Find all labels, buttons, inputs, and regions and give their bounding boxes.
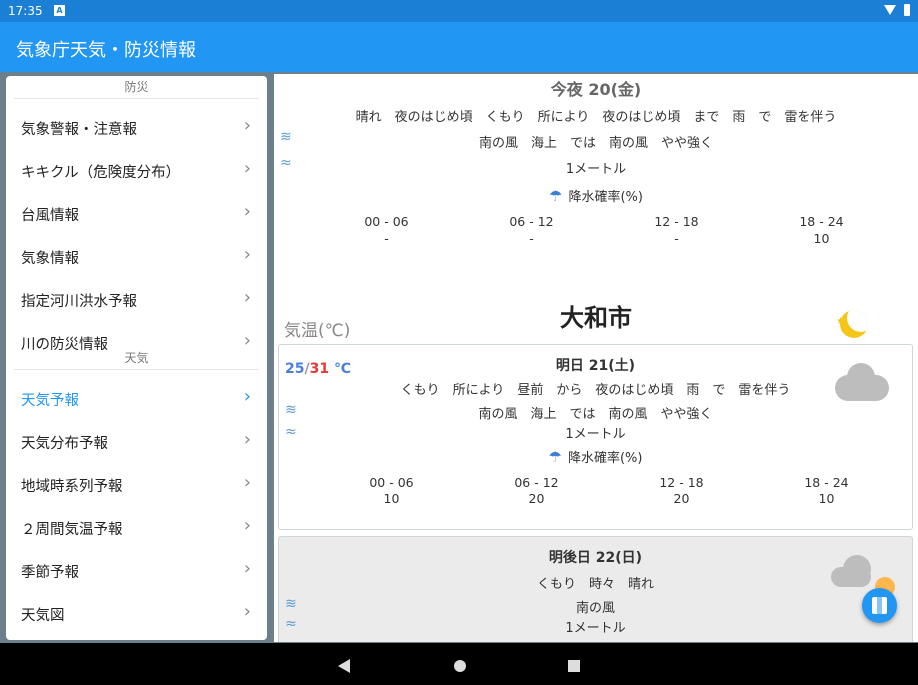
chevron-right-icon: › bbox=[243, 601, 251, 622]
status-time: 17:35 bbox=[8, 4, 43, 18]
forecast-card-dayafter[interactable]: 明後日 22(日) くもり 時々 晴れ ≋ 南の風 ≈ 1メートル bbox=[278, 536, 913, 642]
period-cell: 00 - 06 bbox=[364, 214, 409, 229]
umbrella-icon: ☂ bbox=[549, 187, 563, 205]
menu-item-weather-map[interactable]: 天気図 › bbox=[6, 591, 267, 634]
prob-cell: - bbox=[529, 231, 534, 246]
tomorrow-rain-header: ☂ 降水確率(%) bbox=[279, 447, 912, 466]
chevron-right-icon: › bbox=[243, 158, 251, 179]
menu-item-label: 指定河川洪水予報 bbox=[21, 294, 137, 310]
menu-item-2week-temp[interactable]: ２周間気温予報 › bbox=[6, 505, 267, 548]
chevron-right-icon: › bbox=[243, 287, 251, 308]
menu-item-kikikuru[interactable]: キキクル（危険度分布） › bbox=[6, 148, 267, 191]
chevron-right-icon: › bbox=[243, 201, 251, 222]
forecast-content[interactable]: 今夜 20(金) 晴れ 夜のはじめ頃 くもり 所により 夜のはじめ頃 まで 雨 … bbox=[274, 74, 918, 642]
map-button[interactable] bbox=[862, 588, 897, 623]
dayafter-weather-text: くもり 時々 晴れ bbox=[536, 577, 654, 592]
umbrella-icon: ☂ bbox=[548, 448, 562, 466]
dayafter-header: 明後日 22(日) bbox=[548, 550, 643, 566]
menu-item-label: 気象警報・注意報 bbox=[21, 122, 137, 138]
chevron-right-icon: › bbox=[243, 472, 251, 493]
period-cell: 12 - 18 bbox=[659, 475, 704, 490]
tonight-wave-text: 1メートル bbox=[565, 162, 627, 177]
location-name: 大和市 bbox=[560, 304, 632, 332]
period-cell: 06 - 12 bbox=[514, 475, 559, 490]
wifi-icon bbox=[884, 5, 896, 15]
chevron-right-icon: › bbox=[243, 330, 251, 351]
battery-icon bbox=[904, 4, 910, 16]
chevron-right-icon: › bbox=[243, 429, 251, 450]
period-cell: 12 - 18 bbox=[654, 214, 699, 229]
menu-item-warnings[interactable]: 気象警報・注意報 › bbox=[6, 105, 267, 148]
menu-item-distribution[interactable]: 天気分布予報 › bbox=[6, 419, 267, 462]
menu-item-seasonal[interactable]: 季節予報 › bbox=[6, 548, 267, 591]
prob-cell: 10 bbox=[813, 231, 830, 246]
notification-icon: A bbox=[54, 5, 65, 16]
tonight-weather-text: 晴れ 夜のはじめ頃 くもり 所により 夜のはじめ頃 まで 雨 で 雷を伴う bbox=[355, 110, 837, 125]
prob-cell: 20 bbox=[673, 491, 690, 506]
prob-cell: - bbox=[674, 231, 679, 246]
menu-item-timeseries[interactable]: 地域時系列予報 › bbox=[6, 462, 267, 505]
section-header-disaster: 防災 bbox=[14, 76, 259, 99]
menu-item-forecast[interactable]: 天気予報 › bbox=[6, 376, 267, 419]
menu-item-label: 天気分布予報 bbox=[21, 436, 108, 452]
forecast-card-tomorrow[interactable]: 25/31 ℃ 明日 21(土) くもり 所により 昼前 から 夜のはじめ頃 雨… bbox=[278, 344, 913, 530]
chevron-right-icon: › bbox=[243, 558, 251, 579]
menu-item-label: 川の防災情報 bbox=[21, 337, 108, 353]
status-bar: 17:35 A bbox=[0, 0, 918, 22]
app-bar: 気象庁天気・防災情報 bbox=[0, 22, 918, 72]
back-icon[interactable] bbox=[338, 659, 350, 673]
tonight-probs: - - - 10 bbox=[314, 231, 894, 246]
chevron-right-icon: › bbox=[243, 515, 251, 536]
prob-cell: 20 bbox=[528, 491, 545, 506]
navigation-drawer: 防災 気象警報・注意報 › キキクル（危険度分布） › 台風情報 › 気象情報 … bbox=[6, 76, 267, 640]
period-cell: 18 - 24 bbox=[804, 475, 849, 490]
tomorrow-wind-text: 南の風 海上 では 南の風 やや強く bbox=[478, 407, 713, 422]
tomorrow-probs: 10 20 20 10 bbox=[319, 491, 899, 506]
menu-item-weather-info[interactable]: 気象情報 › bbox=[6, 234, 267, 277]
menu-item-label: 気象情報 bbox=[21, 251, 79, 267]
tomorrow-periods: 00 - 06 06 - 12 12 - 18 18 - 24 bbox=[319, 475, 899, 490]
recents-icon[interactable] bbox=[568, 660, 580, 672]
star-icon: ★ bbox=[836, 316, 845, 327]
menu-item-typhoon[interactable]: 台風情報 › bbox=[6, 191, 267, 234]
chevron-right-icon: › bbox=[243, 115, 251, 136]
map-icon bbox=[872, 597, 887, 614]
menu-item-label: 地域時系列予報 bbox=[21, 479, 123, 495]
menu-item-label: ２周間気温予報 bbox=[21, 522, 123, 538]
dayafter-wind-text: 南の風 bbox=[575, 601, 615, 616]
tonight-header: 今夜 20(金) bbox=[550, 80, 642, 99]
chevron-right-icon: › bbox=[243, 244, 251, 265]
menu-item-label: キキクル（危険度分布） bbox=[21, 165, 181, 181]
prob-cell: 10 bbox=[383, 491, 400, 506]
tomorrow-wave-text: 1メートル bbox=[565, 427, 626, 442]
prob-cell: - bbox=[384, 231, 389, 246]
menu-item-label: 天気図 bbox=[21, 608, 65, 624]
rain-label: 降水確率(%) bbox=[568, 190, 643, 205]
app-title: 気象庁天気・防災情報 bbox=[16, 40, 196, 61]
tonight-rain-header: ☂ 降水確率(%) bbox=[274, 186, 918, 205]
prob-cell: 10 bbox=[818, 491, 835, 506]
chevron-right-icon: › bbox=[243, 386, 251, 407]
period-cell: 00 - 06 bbox=[369, 475, 414, 490]
menu-item-label: 台風情報 bbox=[21, 208, 79, 224]
tonight-periods: 00 - 06 06 - 12 12 - 18 18 - 24 bbox=[314, 214, 894, 229]
menu-item-label: 季節予報 bbox=[21, 565, 79, 581]
tomorrow-weather-text: くもり 所により 昼前 から 夜のはじめ頃 雨 で 雷を伴う bbox=[400, 383, 791, 398]
rain-label: 降水確率(%) bbox=[567, 451, 643, 466]
menu-item-flood-forecast[interactable]: 指定河川洪水予報 › bbox=[6, 277, 267, 320]
period-cell: 06 - 12 bbox=[509, 214, 554, 229]
home-icon[interactable] bbox=[454, 660, 466, 672]
system-nav-bar bbox=[0, 643, 918, 685]
menu-item-label: 天気予報 bbox=[21, 393, 79, 409]
period-cell: 18 - 24 bbox=[799, 214, 844, 229]
tomorrow-header: 明日 21(土) bbox=[555, 358, 636, 374]
tonight-wind-text: 南の風 海上 では 南の風 やや強く bbox=[478, 136, 713, 151]
menu-item-river-info[interactable]: 川の防災情報 › bbox=[6, 320, 267, 363]
dayafter-wave-text: 1メートル bbox=[565, 621, 626, 636]
